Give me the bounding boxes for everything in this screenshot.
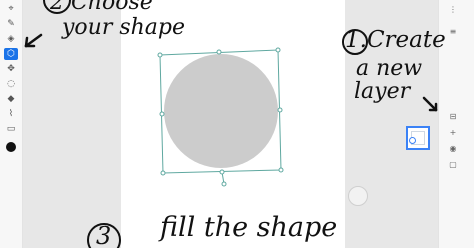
arrow-to-shape-tool-icon (24, 33, 43, 48)
annotation-step-3-number: 3 (96, 222, 112, 250)
annotation-choose-bottom: your shape (62, 15, 186, 40)
annotation-create-line1: 1.Create (345, 27, 446, 53)
annotation-create-line2: a new (356, 56, 423, 81)
annotation-fill-the-shape: fill the shape (160, 212, 338, 243)
annotation-create-line3: layer (354, 79, 411, 104)
arrow-to-add-layer-icon (422, 96, 438, 112)
annotation-choose-top: 2 Choose (50, 0, 153, 15)
